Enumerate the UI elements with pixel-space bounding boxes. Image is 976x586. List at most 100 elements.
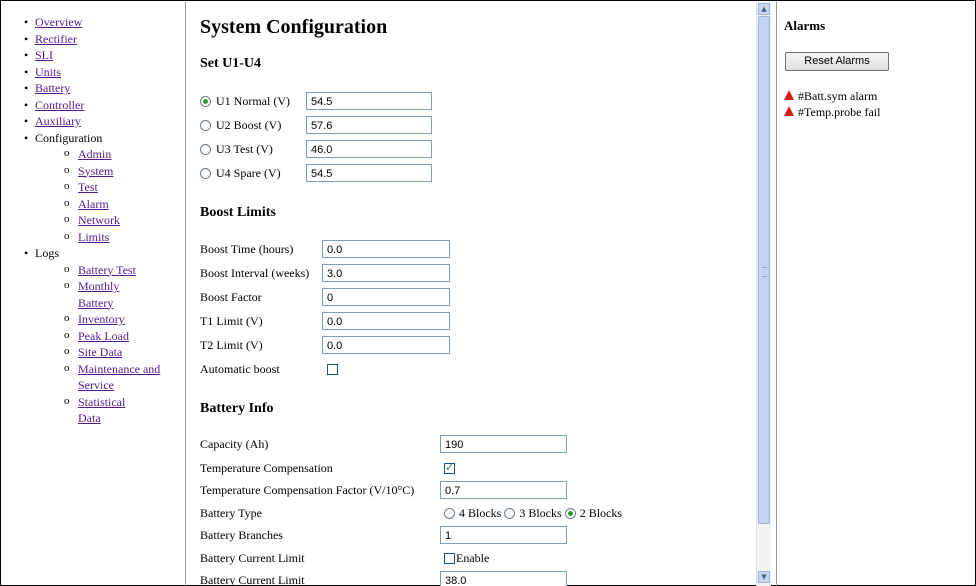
temp-comp-factor-input[interactable]: 0.7 — [440, 481, 567, 499]
nav-subitem-battery-test[interactable]: Battery Test — [4, 261, 184, 279]
nav-link-maintenance[interactable]: Maintenance and Service — [78, 361, 162, 394]
nav-item-units[interactable]: Units — [4, 64, 184, 81]
nav-link-overview[interactable]: Overview — [35, 15, 82, 29]
battery-type-options: 4 Blocks 3 Blocks 2 Blocks — [444, 503, 622, 523]
u3-input[interactable]: 46.0 — [306, 140, 432, 158]
nav-item-configuration: Configuration — [4, 130, 184, 147]
nav-item-auxiliary[interactable]: Auxiliary — [4, 113, 184, 130]
auto-boost-checkbox[interactable] — [327, 364, 338, 375]
u1-input[interactable]: 54.5 — [306, 92, 432, 110]
battery-type-2-radio[interactable] — [564, 507, 576, 519]
capacity-input[interactable]: 190 — [440, 435, 567, 453]
boost-factor-label: Boost Factor — [200, 289, 262, 304]
nav-link-limits[interactable]: Limits — [78, 230, 109, 244]
page-title: System Configuration — [200, 16, 388, 38]
scroll-up-arrow-icon[interactable]: ▲ — [758, 3, 770, 15]
nav-item-battery[interactable]: Battery — [4, 80, 184, 97]
current-limit-enable-checkbox[interactable] — [444, 552, 455, 564]
nav-link-alarm[interactable]: Alarm — [78, 197, 109, 211]
nav-link-controller[interactable]: Controller — [35, 98, 84, 112]
reset-alarms-button[interactable]: Reset Alarms — [785, 52, 889, 71]
boost-factor-input[interactable]: 0 — [322, 288, 450, 306]
battery-type-4-radio[interactable] — [444, 507, 455, 519]
boost-time-row: Boost Time (hours) — [200, 239, 293, 259]
battery-type-2-label: 2 Blocks — [579, 505, 623, 520]
u3-row: U3 Test (V) — [200, 139, 273, 159]
nav-link-peak-load[interactable]: Peak Load — [78, 329, 129, 343]
current-limit-label: Battery Current Limit — [200, 550, 305, 565]
nav-link-test[interactable]: Test — [78, 180, 98, 194]
nav-link-statistical-data[interactable]: Statistical Data — [78, 394, 138, 427]
temp-comp-label: Temperature Compensation — [200, 460, 333, 475]
nav-link-battery-test[interactable]: Battery Test — [78, 263, 136, 277]
sidebar-nav: Overview Rectifier SLI Units Battery Con… — [4, 14, 184, 586]
alarm-text: #Temp.probe fail — [798, 105, 881, 119]
t1-limit-input[interactable]: 0.0 — [322, 312, 450, 330]
nav-item-overview[interactable]: Overview — [4, 14, 184, 31]
nav-subitem-statistical-data[interactable]: Statistical Data — [4, 393, 184, 427]
nav-link-units[interactable]: Units — [35, 65, 61, 79]
nav-item-sli[interactable]: SLI — [4, 47, 184, 64]
nav-subitem-test[interactable]: Test — [4, 178, 184, 196]
alarms-heading: Alarms — [784, 18, 826, 33]
u4-radio[interactable] — [200, 167, 211, 179]
alarm-text: #Batt.sym alarm — [798, 89, 878, 103]
t2-limit-label: T2 Limit (V) — [200, 337, 263, 352]
nav-item-controller[interactable]: Controller — [4, 97, 184, 114]
t1-limit-label: T1 Limit (V) — [200, 313, 263, 328]
u2-input[interactable]: 57.6 — [306, 116, 432, 134]
scrollbar-thumb[interactable] — [758, 16, 770, 524]
nav-subitem-admin[interactable]: Admin — [4, 145, 184, 163]
current-limit-input[interactable]: 38.0 — [440, 571, 567, 586]
t2-limit-input[interactable]: 0.0 — [322, 336, 450, 354]
capacity-label: Capacity (Ah) — [200, 436, 269, 451]
t1-limit-row: T1 Limit (V) — [200, 311, 263, 331]
nav-subitem-limits[interactable]: Limits — [4, 228, 184, 246]
right-divider — [776, 2, 777, 586]
nav-item-rectifier[interactable]: Rectifier — [4, 31, 184, 48]
auto-boost-label: Automatic boost — [200, 361, 280, 376]
nav-subitem-site-data[interactable]: Site Data — [4, 343, 184, 361]
nav-subitem-peak-load[interactable]: Peak Load — [4, 327, 184, 345]
nav-link-rectifier[interactable]: Rectifier — [35, 32, 77, 46]
current-limit-label-2: Battery Current Limit — [200, 572, 305, 586]
nav-link-sli[interactable]: SLI — [35, 48, 53, 62]
nav-subitem-inventory[interactable]: Inventory — [4, 310, 184, 328]
temp-comp-row: Temperature Compensation — [200, 458, 333, 478]
battery-branches-label: Battery Branches — [200, 527, 283, 542]
u3-radio[interactable] — [200, 143, 211, 155]
battery-type-3-radio[interactable] — [504, 507, 516, 519]
current-limit-enable-label: Enable — [456, 550, 490, 565]
battery-branches-row: Battery Branches — [200, 525, 283, 545]
u1-label: U1 Normal (V) — [216, 93, 290, 108]
nav-link-monthly-battery[interactable]: Monthly Battery — [78, 278, 138, 311]
nav-link-network[interactable]: Network — [78, 213, 120, 227]
u4-input[interactable]: 54.5 — [306, 164, 432, 182]
nav-subitem-maintenance[interactable]: Maintenance and Service — [4, 360, 184, 394]
nav-link-battery[interactable]: Battery — [35, 81, 70, 95]
nav-subitem-monthly-battery[interactable]: Monthly Battery — [4, 277, 184, 311]
u2-radio[interactable] — [200, 119, 211, 131]
u1-radio[interactable] — [200, 95, 211, 107]
alarm-item: #Batt.sym alarm — [784, 89, 877, 104]
vertical-scrollbar[interactable]: ▲ ▼ — [756, 2, 771, 586]
battery-branches-input[interactable]: 1 — [440, 526, 567, 544]
nav-subitem-alarm[interactable]: Alarm — [4, 195, 184, 213]
nav-subitem-system[interactable]: System — [4, 162, 184, 180]
boost-time-input[interactable]: 0.0 — [322, 240, 450, 258]
nav-link-site-data[interactable]: Site Data — [78, 345, 122, 359]
temp-comp-checkbox[interactable] — [444, 461, 455, 474]
nav-link-auxiliary[interactable]: Auxiliary — [35, 114, 81, 128]
boost-interval-input[interactable]: 3.0 — [322, 264, 450, 282]
nav-subitem-network[interactable]: Network — [4, 211, 184, 229]
nav-link-admin[interactable]: Admin — [78, 147, 111, 161]
scroll-down-arrow-icon[interactable]: ▼ — [758, 571, 770, 583]
warning-triangle-icon — [784, 90, 794, 100]
section-heading-set-u: Set U1-U4 — [200, 56, 262, 71]
auto-boost-row: Automatic boost — [200, 359, 280, 379]
nav-link-inventory[interactable]: Inventory — [78, 312, 125, 326]
nav-link-system[interactable]: System — [78, 164, 113, 178]
u2-label: U2 Boost (V) — [216, 117, 282, 132]
warning-triangle-icon — [784, 106, 794, 116]
battery-type-4-label: 4 Blocks — [459, 505, 502, 520]
